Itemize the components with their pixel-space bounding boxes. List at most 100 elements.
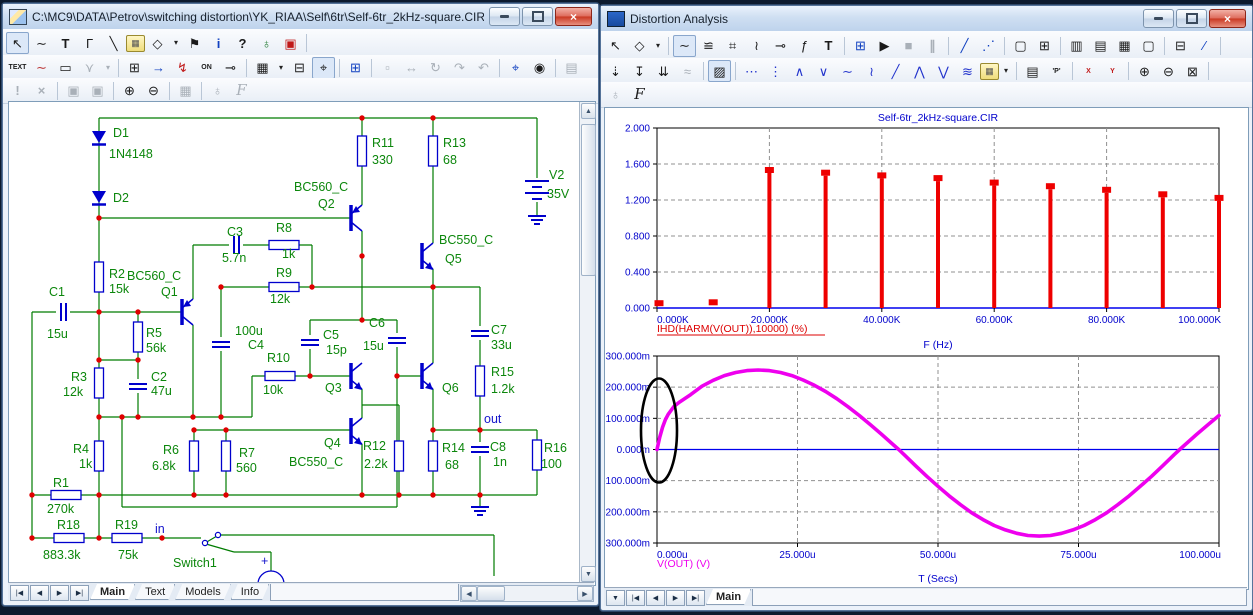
next-sheet-button[interactable]: ▶ [50,585,69,601]
part-C2[interactable] [129,379,147,393]
tab-main[interactable]: Main [90,584,135,600]
wire-mode-icon[interactable]: ∼ [30,32,53,54]
component-dropdown-icon[interactable]: ▾ [1000,60,1012,82]
part-C8[interactable] [471,442,489,456]
grid-dense-icon[interactable]: ▦ [1113,35,1136,57]
plot-grid-icon[interactable]: ⊞ [1033,35,1056,57]
part-C1[interactable] [56,303,70,321]
part-R2[interactable] [95,262,104,292]
component-shapes-icon[interactable]: ◇ [146,32,169,54]
part-R19[interactable] [112,534,142,543]
part-R15[interactable] [476,366,485,396]
close-button[interactable]: × [1209,9,1246,28]
box-open-icon[interactable]: ▢ [1137,35,1160,57]
y-scale-icon[interactable]: Y [1101,60,1124,82]
component-shapes-icon[interactable]: ◇ [628,35,651,57]
tab-models[interactable]: Models [175,584,230,600]
function-tag-icon[interactable]: ƒ [793,35,816,57]
zoom-area-icon[interactable]: ⊠ [1181,60,1204,82]
zoom-out-icon[interactable]: ⊖ [1157,60,1180,82]
part-switch-contact-b[interactable] [215,532,220,537]
part-R3[interactable] [95,368,104,398]
split-plot-icon[interactable]: ⊟ [1169,35,1192,57]
scroll-right-button[interactable]: ▶ [577,586,593,601]
low-icon[interactable]: ≀ [860,60,883,82]
part-R11[interactable] [358,136,367,166]
formula-icon[interactable]: F [628,84,651,106]
component-box-icon[interactable]: ▦ [980,63,999,80]
part-switch-contact-a[interactable] [202,540,207,545]
data-points-icon[interactable]: ▨ [708,60,731,82]
p-key-icon[interactable]: 'P' [1045,60,1068,82]
properties-icon[interactable]: ⊞ [344,57,367,79]
part-R13[interactable] [429,136,438,166]
waveform-legend[interactable]: V(OUT) (V) [657,558,710,570]
line-annotation-icon[interactable]: ╱ [953,35,976,57]
schematic-canvas[interactable]: D11N4148D2R215kC115uBC560_CQ1R556kC247uR… [8,101,596,586]
stripes-horizontal-icon[interactable]: ▤ [1089,35,1112,57]
part-R12[interactable] [395,441,404,471]
node-numbers-icon[interactable]: → [147,57,170,79]
info-tool-icon[interactable]: i [207,32,230,54]
tab-main[interactable]: Main [706,589,751,605]
valley-icon[interactable]: ∨ [812,60,835,82]
goto-table-icon[interactable]: ▤ [1021,60,1044,82]
current-probe-icon[interactable]: ⊸ [219,57,242,79]
help-pointer-icon[interactable]: ? [231,32,254,54]
vscroll-thumb[interactable] [581,124,596,276]
zoom-out-icon[interactable]: ⊖ [142,80,165,102]
last-sheet-button[interactable]: ▶| [70,585,89,601]
cursor-left-icon[interactable]: ⇣ [604,60,627,82]
grid-dropdown-icon[interactable]: ▾ [275,57,287,79]
part-C5[interactable] [301,335,319,349]
minimize-button[interactable] [1143,9,1174,28]
select-arrow-icon[interactable]: ↖ [604,35,627,57]
prev-sheet-button[interactable]: ◀ [30,585,49,601]
part-R4[interactable] [95,441,104,471]
peak-icon[interactable]: ∧ [788,60,811,82]
find-wave-icon[interactable]: ⌖ [504,57,527,79]
on-state-icon[interactable]: ON [195,57,218,79]
zoom-in-icon[interactable]: ⊕ [118,80,141,102]
part-R5[interactable] [134,322,143,352]
close-button[interactable]: × [555,7,592,26]
part-box-icon[interactable]: ▭ [54,57,77,79]
x-scale-icon[interactable]: X [1077,60,1100,82]
part-C4[interactable] [212,337,230,351]
date-stamp-icon[interactable]: ⊞ [123,57,146,79]
schematic-vscrollbar[interactable]: ▲ ▼ [579,102,595,583]
find-icon[interactable]: ◉ [528,57,551,79]
dotted-line-annotation-icon[interactable]: ⋰ [977,35,1000,57]
part-R1[interactable] [51,491,81,500]
pan-mode-icon[interactable]: ≌ [697,35,720,57]
restore-button[interactable] [1176,9,1207,28]
cursor-right-icon[interactable]: ↧ [628,60,651,82]
web-page-icon[interactable]: ♁ [255,32,278,54]
scroll-left-button[interactable]: ◀ [461,586,477,601]
grid-toggle-icon[interactable]: ▦ [251,57,274,79]
attribute-text-icon[interactable]: ∼ [30,57,53,79]
global-high-icon[interactable]: ⋀ [908,60,931,82]
part-R7[interactable] [222,441,231,471]
cursor-mode-icon[interactable]: ≀ [745,35,768,57]
tab-dropdown-button[interactable]: ▼ [606,590,625,606]
flag-tool-icon[interactable]: ⚑ [183,32,206,54]
pick-cursor-icon[interactable]: ⌖ [312,57,335,79]
tab-text[interactable]: Text [135,584,175,600]
wire-orthogonal-icon[interactable]: Г [78,32,101,54]
schematic-titlebar[interactable]: C:\MC9\DATA\Petrov\switching distortion\… [3,4,598,30]
tag-vertical-icon[interactable]: ⋮ [764,60,787,82]
first-sheet-button[interactable]: |◀ [626,590,645,606]
select-arrow-icon[interactable]: ↖ [6,32,29,54]
cursor-both-icon[interactable]: ⇊ [652,60,675,82]
analysis-plot-area[interactable]: 0.0000.4000.8001.2001.6002.0000.000K20.0… [604,107,1249,590]
properties-icon[interactable]: ⊞ [849,35,872,57]
harmonics-legend[interactable]: IHD(HARM(V(OUT)),10000) (%) [657,323,808,335]
part-R6[interactable] [190,441,199,471]
analysis-titlebar[interactable]: Distortion Analysis × [601,6,1252,32]
node-voltages-icon[interactable]: ↯ [171,57,194,79]
next-sheet-button[interactable]: ▶ [666,590,685,606]
text-tag-icon[interactable]: T [817,35,840,57]
component-box-icon[interactable]: ▦ [126,35,145,52]
scroll-up-button[interactable]: ▲ [581,103,596,119]
